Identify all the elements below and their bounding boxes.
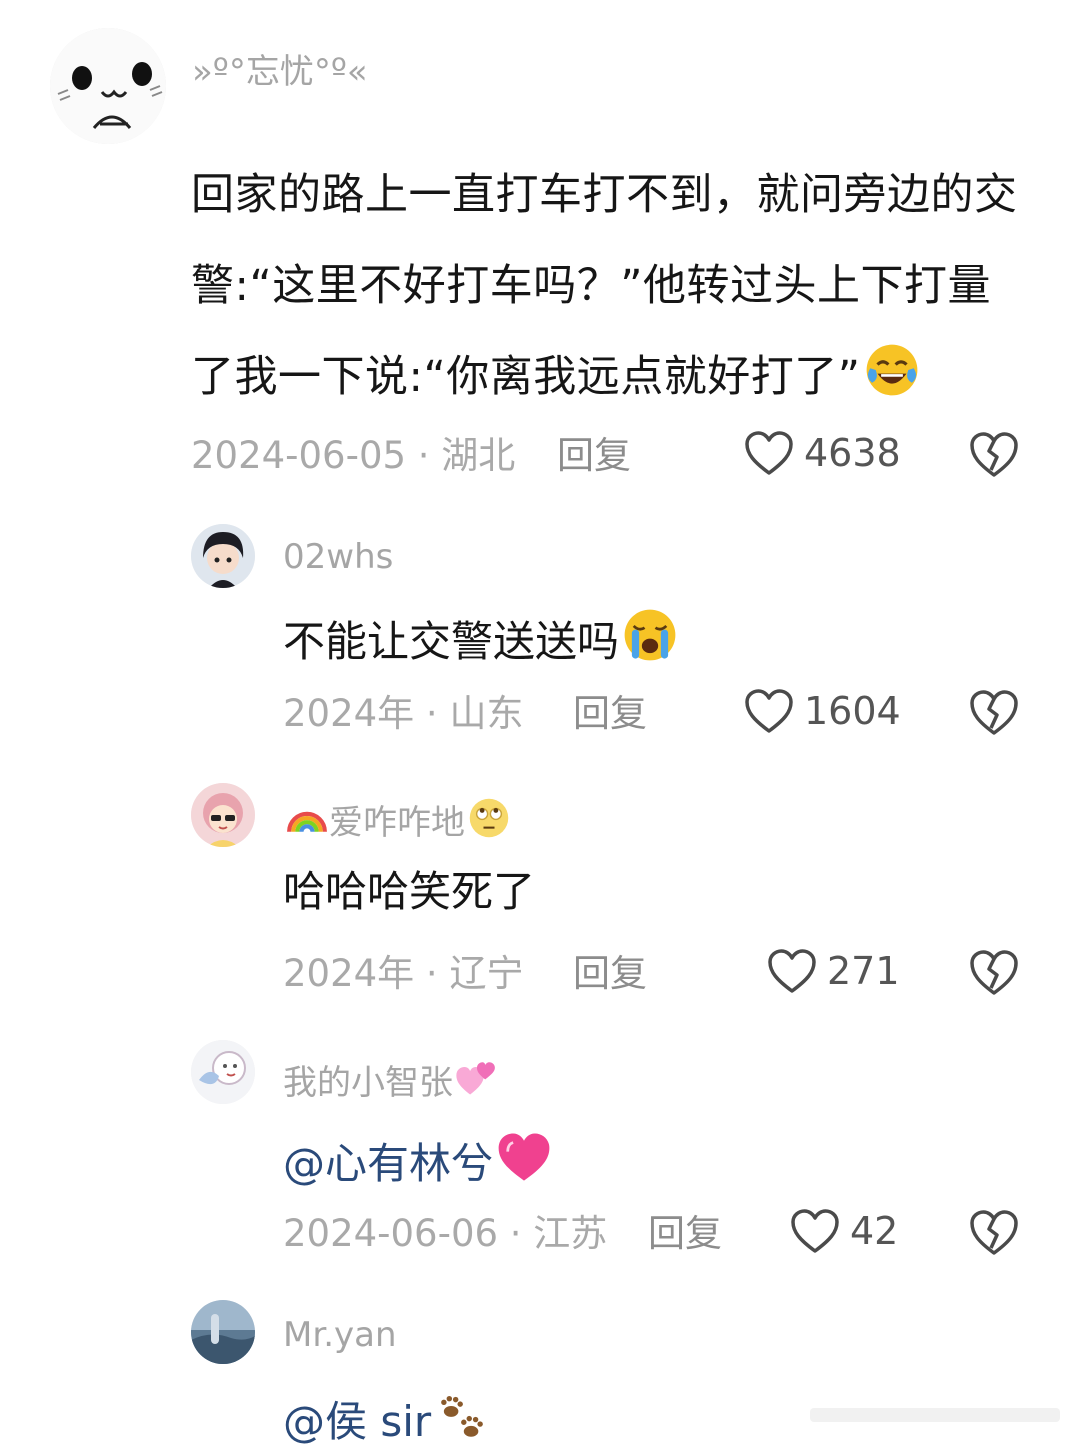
like-count: 271: [827, 949, 900, 993]
reply-button[interactable]: 回复: [573, 952, 647, 996]
username-row[interactable]: 爱咋咋地: [283, 796, 511, 843]
comment-text: @侯 sir: [283, 1386, 491, 1448]
mention-link[interactable]: @心有林兮: [283, 1139, 493, 1188]
comment-text: 哈哈哈笑死了: [283, 867, 536, 916]
heart-outline-icon: [745, 689, 793, 733]
landscape-photo-avatar-icon: [191, 1300, 255, 1364]
anime-character-avatar-icon: [191, 524, 255, 588]
comment-meta: 2024-06-06 · 江苏: [283, 1212, 608, 1255]
avatar[interactable]: [191, 1040, 255, 1104]
heart-outline-icon: [768, 949, 816, 993]
reply-button[interactable]: 回复: [557, 434, 631, 478]
username: 爱咋咋地: [329, 803, 465, 843]
growing-heart-emoji: [498, 1133, 550, 1181]
comment-body: 不能让交警送送吗: [283, 617, 620, 666]
like-button[interactable]: 42: [790, 1208, 898, 1254]
paw-prints-emoji: [441, 1395, 484, 1437]
mention-link[interactable]: @侯 sir: [283, 1397, 431, 1446]
broken-heart-icon: [970, 432, 1018, 477]
like-count: 42: [850, 1209, 899, 1253]
reply-button[interactable]: 回复: [648, 1212, 722, 1256]
username[interactable]: »º°忘忧°º«: [192, 52, 368, 92]
username[interactable]: Mr.yan: [283, 1315, 397, 1355]
username[interactable]: 02whs: [283, 537, 393, 577]
tears-of-joy-emoji: [866, 344, 917, 396]
eye-roll-emoji: [469, 798, 509, 838]
like-count: 4638: [804, 431, 901, 475]
loudly-crying-emoji: [624, 609, 676, 661]
avatar[interactable]: [191, 783, 255, 847]
broken-heart-icon: [970, 1210, 1018, 1255]
comment-text: 不能让交警送送吗: [283, 606, 679, 668]
cartoon-girl-sunglasses-avatar-icon: [191, 783, 255, 847]
dislike-button[interactable]: [968, 948, 1020, 996]
broken-heart-icon: [970, 950, 1018, 995]
reply-button[interactable]: 回复: [573, 692, 647, 736]
comment-text: @心有林兮: [283, 1128, 553, 1190]
like-button[interactable]: 4638: [744, 430, 901, 476]
avatar[interactable]: [191, 1300, 255, 1364]
heart-outline-icon: [745, 431, 793, 475]
watermark-decoration: [810, 1408, 1060, 1422]
sketch-cartoon-avatar-icon: [191, 1040, 255, 1104]
avatar[interactable]: [191, 524, 255, 588]
like-button[interactable]: 271: [767, 948, 900, 994]
dislike-button[interactable]: [968, 688, 1020, 736]
comment-meta: 2024-06-05 · 湖北: [191, 434, 516, 477]
rainbow-emoji: [287, 811, 327, 833]
comment-meta: 2024年 · 山东: [283, 692, 524, 735]
dislike-button[interactable]: [968, 1208, 1020, 1256]
like-count: 1604: [804, 689, 901, 733]
two-hearts-emoji: [456, 1062, 495, 1095]
heart-outline-icon: [791, 1209, 839, 1253]
comment-meta: 2024年 · 辽宁: [283, 952, 524, 995]
comment-text: 回家的路上一直打车打不到，就问旁边的交警:“这里不好打车吗？”他转过头上下打量了…: [191, 150, 1031, 423]
cute-face-avatar-icon: [50, 28, 166, 144]
like-button[interactable]: 1604: [744, 688, 901, 734]
dislike-button[interactable]: [968, 430, 1020, 478]
broken-heart-icon: [970, 690, 1018, 735]
username-row[interactable]: 我的小智张: [283, 1056, 499, 1103]
avatar[interactable]: [50, 28, 166, 144]
username: 我的小智张: [283, 1063, 453, 1103]
